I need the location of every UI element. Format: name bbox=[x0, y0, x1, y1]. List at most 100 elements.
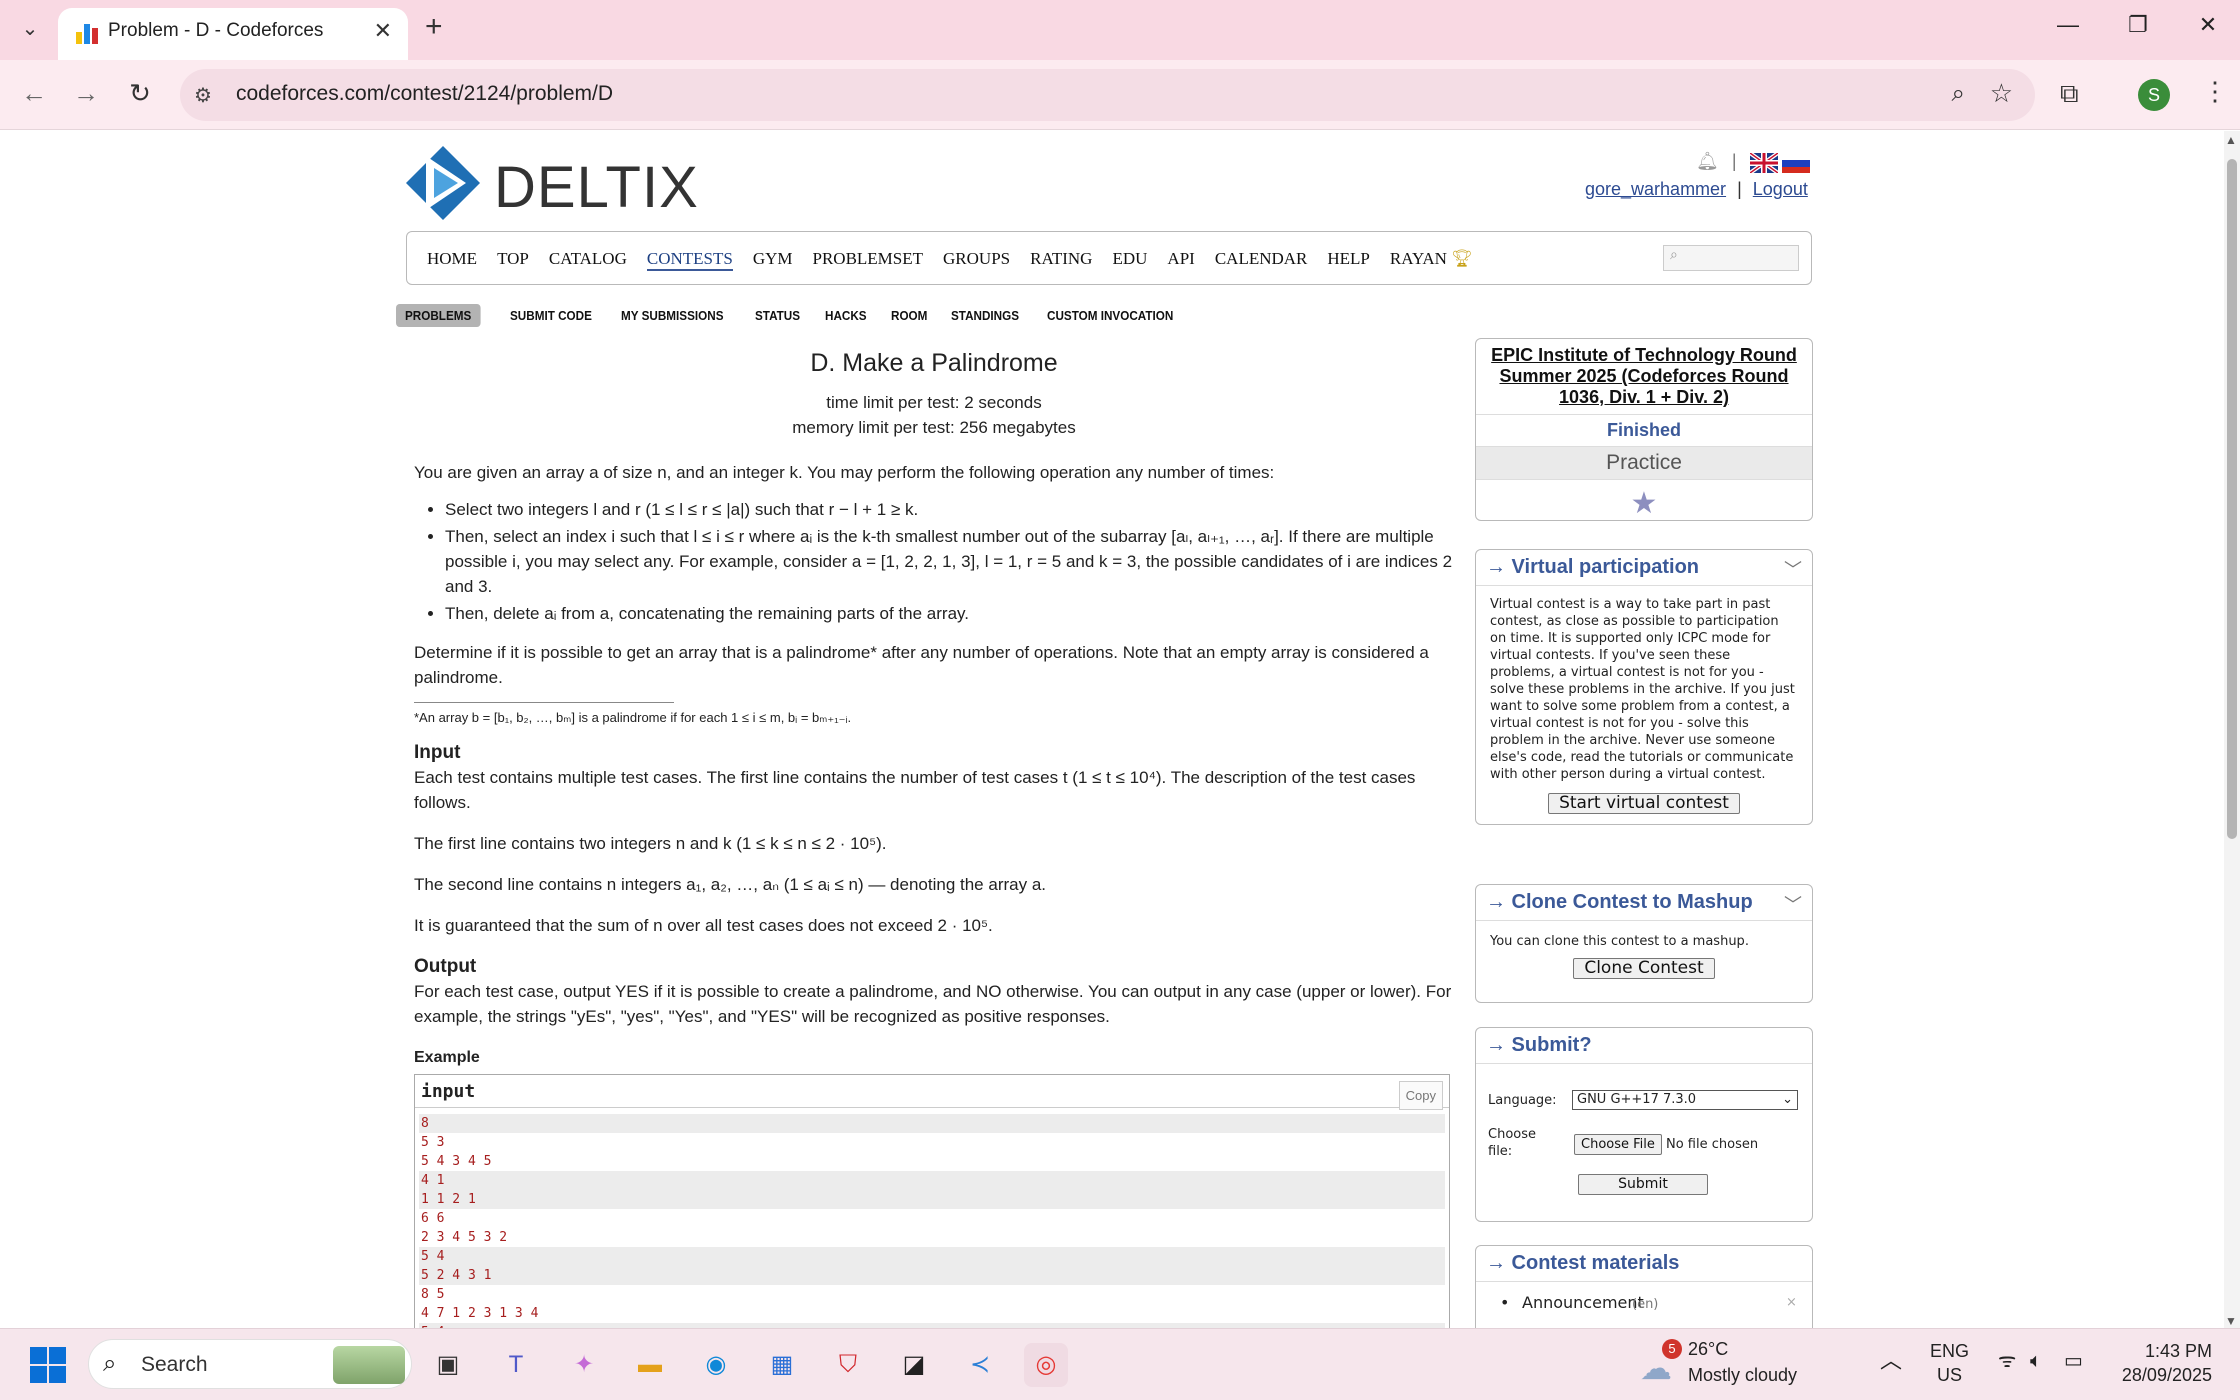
zoom-icon[interactable]: ⌕ bbox=[1952, 80, 1965, 108]
problem-intro: You are given an array a of size n, and … bbox=[414, 463, 1275, 482]
input-paragraph-1: Each test contains multiple test cases. … bbox=[414, 768, 1416, 812]
clone-contest-button[interactable]: Clone Contest bbox=[1573, 958, 1715, 979]
input-language[interactable]: ENG US bbox=[1930, 1339, 1969, 1387]
minimize-icon[interactable]: — bbox=[2048, 12, 2088, 38]
menu-api[interactable]: API bbox=[1167, 249, 1194, 271]
start-virtual-contest-button[interactable]: Start virtual contest bbox=[1548, 793, 1740, 814]
menu-contests[interactable]: CONTESTS bbox=[646, 249, 733, 271]
russian-flag-icon[interactable] bbox=[1782, 153, 1810, 173]
chevron-down-icon: ⌄ bbox=[1782, 1092, 1793, 1107]
windows-start-icon[interactable] bbox=[30, 1347, 66, 1383]
english-flag-icon[interactable] bbox=[1750, 153, 1778, 173]
memory-limit: memory limit per test: 256 megabytes bbox=[792, 418, 1076, 437]
profile-avatar[interactable]: S bbox=[2138, 79, 2170, 111]
close-tab-icon[interactable]: ✕ bbox=[374, 18, 392, 44]
browser-menu-icon[interactable]: ⋮ bbox=[2202, 76, 2228, 107]
new-tab-icon[interactable]: + bbox=[425, 12, 443, 42]
deltix-logo[interactable]: DELTIX bbox=[406, 146, 698, 220]
lang-separator: | bbox=[1731, 151, 1737, 171]
scroll-down-icon[interactable]: ▼ bbox=[2225, 1314, 2237, 1328]
language-select[interactable]: GNU G++17 7.3.0 ⌄ bbox=[1572, 1090, 1798, 1110]
collapse-chevron-icon[interactable]: ﹀ bbox=[1784, 891, 1802, 917]
restore-icon[interactable]: ❐ bbox=[2118, 12, 2158, 38]
copy-button[interactable]: Copy bbox=[1398, 1081, 1443, 1110]
menu-rayan-label: RAYAN bbox=[1389, 249, 1447, 268]
page-scrollbar[interactable]: ▲ ▼ bbox=[2224, 131, 2240, 1328]
example-input-box: input Copy 8 5 3 5 4 3 4 5 4 1 1 1 2 1 6… bbox=[414, 1074, 1450, 1328]
input-paragraph-2: The first line contains two integers n a… bbox=[414, 834, 887, 853]
site-info-icon[interactable]: ⚙ bbox=[194, 83, 212, 108]
wifi-icon[interactable]: ᯤ bbox=[1998, 1349, 2016, 1373]
menu-problemset[interactable]: PROBLEMSET bbox=[813, 249, 924, 271]
virtual-description: Virtual contest is a way to take part in… bbox=[1490, 597, 1795, 782]
menu-home[interactable]: HOME bbox=[427, 249, 477, 271]
menu-edu[interactable]: EDU bbox=[1112, 249, 1147, 271]
menu-catalog[interactable]: CATALOG bbox=[549, 249, 627, 271]
favourite-star-icon[interactable]: ★ bbox=[1476, 480, 1812, 520]
submenu-standings[interactable]: STANDINGS bbox=[951, 308, 1019, 323]
bookmark-star-icon[interactable]: ☆ bbox=[1990, 78, 2013, 109]
menu-rating[interactable]: RATING bbox=[1030, 249, 1092, 271]
submit-button[interactable]: Submit bbox=[1578, 1174, 1708, 1195]
chrome-icon[interactable]: ◎ bbox=[1024, 1343, 1068, 1387]
submenu-custom-invocation[interactable]: CUSTOM INVOCATION bbox=[1047, 308, 1173, 323]
virtual-participation-box: → Virtual participation ﹀ Virtual contest… bbox=[1475, 549, 1813, 825]
choose-file-button[interactable]: Choose File bbox=[1574, 1134, 1662, 1155]
volume-icon[interactable]: 🔈︎ bbox=[2030, 1349, 2042, 1373]
logout-link[interactable]: Logout bbox=[1753, 179, 1808, 199]
submenu-submit-code[interactable]: SUBMIT CODE bbox=[510, 308, 592, 323]
back-icon[interactable]: ← bbox=[16, 78, 52, 109]
teams-icon[interactable]: T bbox=[494, 1343, 538, 1387]
bell-icon[interactable]: 🔔︎ bbox=[1696, 151, 1719, 171]
input-line: 5 2 4 3 1 bbox=[419, 1266, 1445, 1285]
materials-title: → Contest materials bbox=[1486, 1252, 1680, 1274]
announcement-link[interactable]: Announcement bbox=[1522, 1294, 1644, 1311]
menu-top[interactable]: TOP bbox=[497, 249, 529, 271]
menu-gym[interactable]: GYM bbox=[753, 249, 793, 271]
language-value: GNU G++17 7.3.0 bbox=[1577, 1092, 1697, 1107]
clock[interactable]: 1:43 PM 28/09/2025 bbox=[2112, 1339, 2212, 1387]
sticky-notes-icon[interactable]: ◪ bbox=[892, 1343, 936, 1387]
input-paragraph-3: The second line contains n integers a₁, … bbox=[414, 875, 1046, 894]
menu-groups[interactable]: GROUPS bbox=[943, 249, 1010, 271]
mcafee-icon[interactable]: ⛉ bbox=[826, 1343, 870, 1387]
vscode-icon[interactable]: ≺ bbox=[958, 1343, 1002, 1387]
menu-help[interactable]: HELP bbox=[1327, 249, 1370, 271]
close-window-icon[interactable]: ✕ bbox=[2188, 12, 2228, 38]
extensions-icon[interactable]: ⧉ bbox=[2060, 78, 2079, 110]
forward-icon[interactable]: → bbox=[68, 78, 104, 109]
url-text[interactable]: codeforces.com/contest/2124/problem/D bbox=[236, 82, 613, 106]
submenu-my-submissions[interactable]: MY SUBMISSIONS bbox=[621, 308, 724, 323]
tab-search-dropdown[interactable]: ⌄ bbox=[16, 14, 44, 44]
main-menu: HOME TOP CATALOG CONTESTS GYM PROBLEMSET… bbox=[406, 231, 1812, 285]
problem-title: D. Make a Palindrome bbox=[810, 349, 1058, 377]
contest-name-link[interactable]: EPIC Institute of Technology Round Summe… bbox=[1476, 339, 1812, 415]
collapse-chevron-icon[interactable]: ﹀ bbox=[1784, 556, 1802, 582]
reload-icon[interactable]: ↻ bbox=[122, 78, 158, 109]
task-view-icon[interactable]: ▣ bbox=[426, 1343, 470, 1387]
menu-calendar[interactable]: CALENDAR bbox=[1215, 249, 1308, 271]
chevron-up-icon[interactable]: ︿ bbox=[1880, 1349, 1902, 1373]
submenu-hacks[interactable]: HACKS bbox=[825, 308, 867, 323]
language-label: Language: bbox=[1488, 1093, 1557, 1108]
edge-icon[interactable]: ◉ bbox=[694, 1343, 738, 1387]
store-icon[interactable]: ▦ bbox=[760, 1343, 804, 1387]
browser-titlebar: ⌄ Problem - D - Codeforces ✕ + — ❐ ✕ bbox=[0, 0, 2240, 60]
example-title: Example bbox=[414, 1049, 480, 1066]
menu-rayan[interactable]: RAYAN 🏆︎ bbox=[1390, 249, 1473, 271]
submenu-status[interactable]: STATUS bbox=[755, 308, 800, 323]
file-explorer-icon[interactable]: ▬ bbox=[628, 1343, 672, 1387]
close-icon[interactable]: × bbox=[1786, 1294, 1797, 1311]
browser-tab[interactable]: Problem - D - Codeforces ✕ bbox=[58, 8, 408, 60]
submenu-problems[interactable]: PROBLEMS bbox=[396, 304, 481, 327]
site-search-input[interactable]: ⌕ bbox=[1663, 245, 1799, 271]
copilot-icon[interactable]: ✦ bbox=[562, 1343, 606, 1387]
address-bar[interactable]: ⚙ codeforces.com/contest/2124/problem/D … bbox=[180, 69, 2035, 121]
username-link[interactable]: gore_warhammer bbox=[1585, 179, 1726, 199]
submenu-room[interactable]: ROOM bbox=[891, 308, 927, 323]
scroll-up-icon[interactable]: ▲ bbox=[2225, 133, 2237, 147]
scrollbar-thumb[interactable] bbox=[2227, 159, 2237, 839]
header-icons: 🔔︎ | bbox=[1696, 151, 1737, 172]
taskbar-search[interactable]: ⌕ Search bbox=[88, 1339, 412, 1389]
battery-icon[interactable]: ▭ bbox=[2064, 1349, 2083, 1373]
